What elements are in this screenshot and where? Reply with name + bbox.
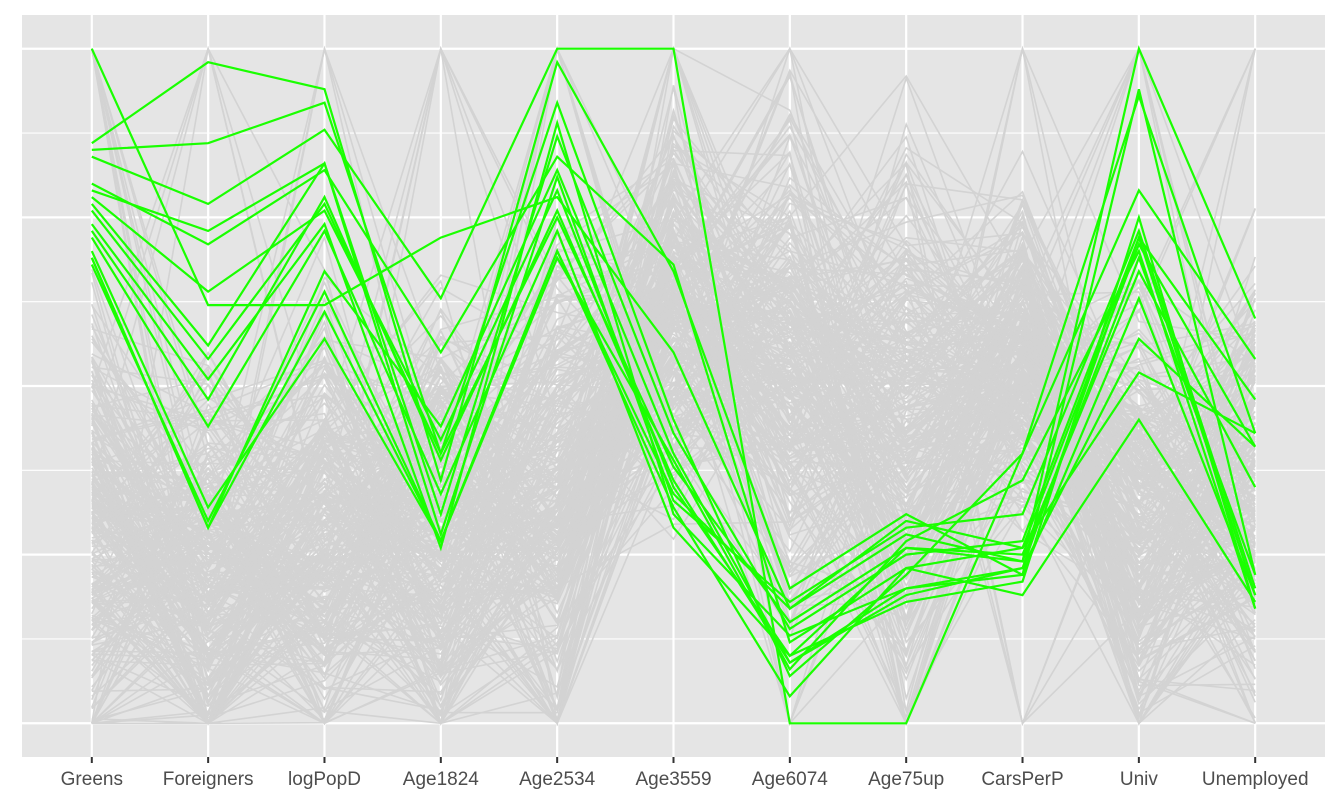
x-tick-label-greens: Greens [61, 769, 123, 790]
x-tick-label-age6074: Age6074 [752, 769, 829, 790]
x-tick-label-foreigners: Foreigners [163, 769, 254, 790]
x-tick-label-univ: Univ [1120, 769, 1159, 790]
x-tick-label-unemployed: Unemployed [1202, 769, 1309, 790]
x-axis-ticks [90, 757, 1257, 763]
x-tick-label-age1824: Age1824 [403, 769, 480, 790]
x-tick-label-age3559: Age3559 [635, 769, 711, 790]
x-tick-label-carsperp: CarsPerP [981, 769, 1063, 790]
x-tick-label-age2534: Age2534 [519, 769, 596, 790]
x-tick-label-age75up: Age75up [868, 769, 944, 790]
x-axis-labels: Greens Foreigners logPopD Age1824 Age2534 Age… [61, 769, 1309, 790]
parallel-coordinates-chart: Greens Foreigners logPopD Age1824 Age2534 Age… [22, 15, 1325, 790]
x-tick-label-logpopd: logPopD [288, 769, 361, 790]
